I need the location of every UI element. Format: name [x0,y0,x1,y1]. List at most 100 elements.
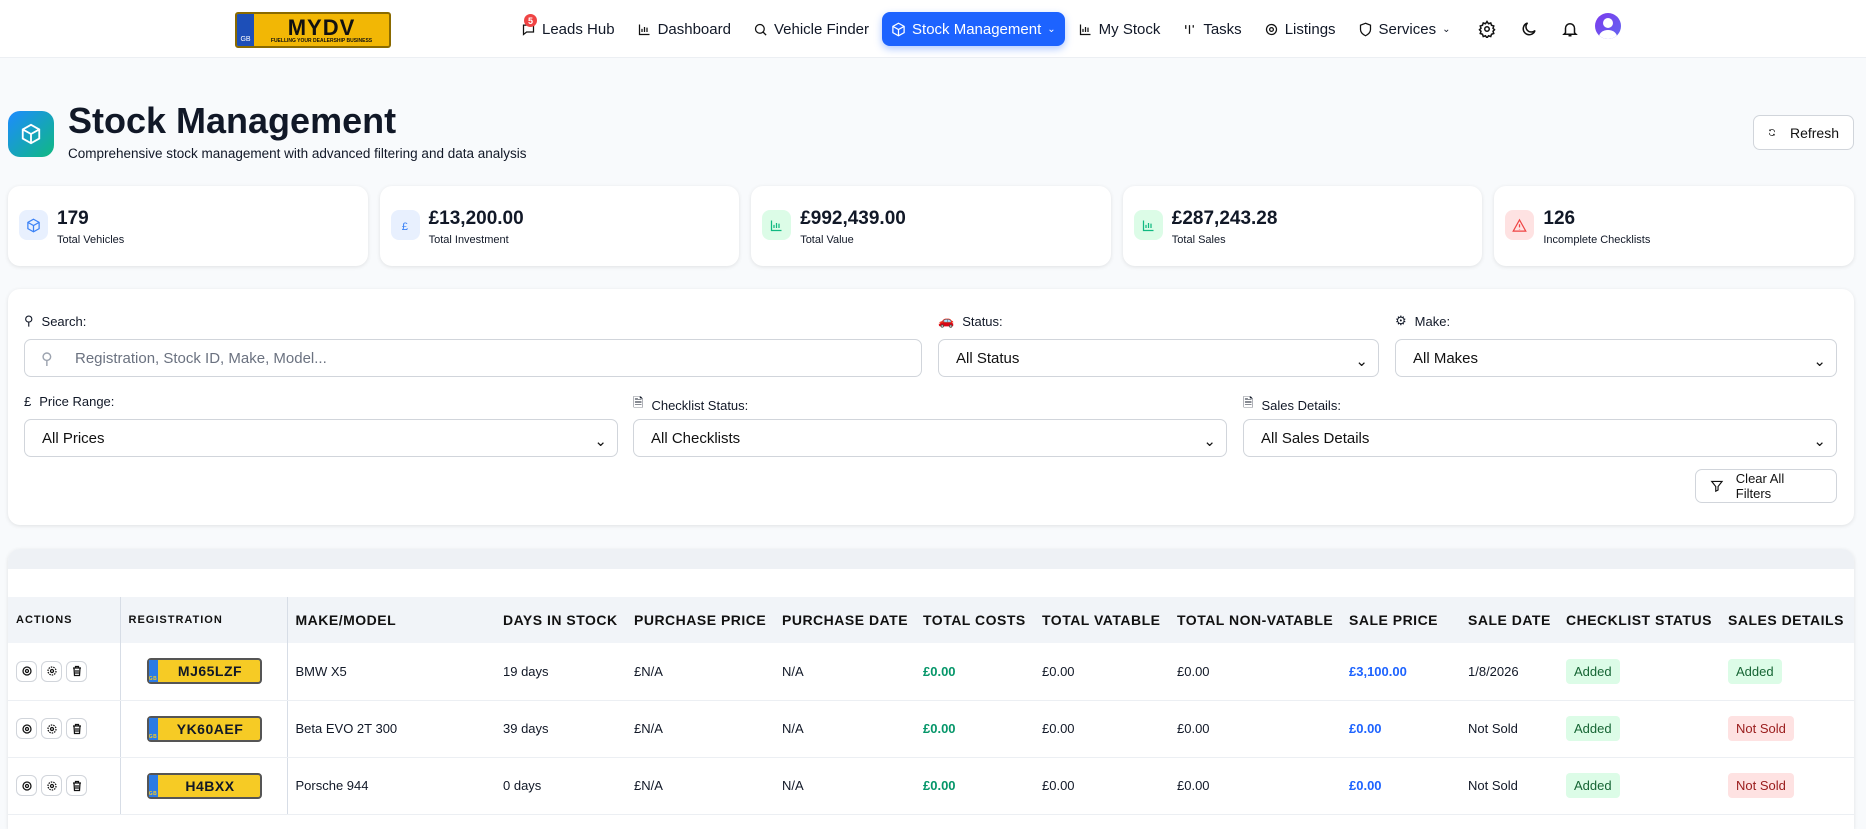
search-input[interactable]: ⚲ Registration, Stock ID, Make, Model... [24,339,922,377]
bar-chart-icon [1133,210,1163,240]
registration-plate[interactable]: GB YK60AEF [146,715,262,742]
delete-icon[interactable] [66,660,87,682]
nav-label: Dashboard [657,20,731,38]
pound-icon: £ [390,210,420,240]
settings-icon[interactable] [41,660,62,682]
logo-country: GB [237,14,254,46]
make-model: Porsche 944 [286,757,495,815]
column-header[interactable]: PURCHASE PRICE [626,597,774,643]
checklist-label: 🗎 Checklist Status: [633,394,748,416]
document-icon: 🗎 [1243,395,1254,410]
stat-label: Total Vehicles [57,234,125,246]
warning-icon [1505,210,1535,240]
nav-item-stock-management[interactable]: Stock Management ⌄ [882,12,1065,46]
stat-value: £287,243.28 [1171,208,1278,229]
stock-table-card: ACTIONS REGISTRATION MAKE/MODEL DAYS IN STO… [8,549,1854,829]
delete-icon[interactable] [66,775,87,796]
bell-icon[interactable] [1559,18,1581,40]
total-costs: £0.00 [915,700,1034,758]
chevron-down-icon: ⌄ [1355,353,1368,370]
settings-icon[interactable] [1476,18,1498,40]
nav-item-vehicle-finder[interactable]: Vehicle Finder [744,12,878,46]
price-select[interactable]: All Prices ⌄ [24,419,618,457]
total-vatable: £0.00 [1034,643,1169,701]
make-select[interactable]: All Makes ⌄ [1395,339,1837,377]
clear-filters-button[interactable]: Clear All Filters [1695,469,1837,503]
nav-item-leads-hub[interactable]: 5 Leads Hub [512,12,624,46]
checklist-select[interactable]: All Checklists ⌄ [633,419,1227,457]
status-badge: Added [1566,716,1620,741]
nav-label: My Stock [1098,20,1161,38]
column-header[interactable]: TOTAL NON-VATABLE [1169,597,1341,643]
sale-price: £3,100.00 [1341,643,1460,701]
sales-select[interactable]: All Sales Details ⌄ [1243,419,1837,457]
gb-flag-icon: GB [148,717,158,740]
table-row[interactable]: GB YK60AEF Beta EVO 2T 300 39 days £N/A N… [8,700,1854,758]
search-icon [754,23,767,36]
total-non-vatable: £0.00 [1169,700,1341,758]
purchase-date: N/A [774,700,915,758]
column-header[interactable]: ACTIONS [8,597,120,643]
column-header[interactable]: SALE DATE [1460,597,1558,643]
nav-item-dashboard[interactable]: Dashboard [628,12,740,46]
sale-price: £0.00 [1341,700,1460,758]
sale-date: Not Sold [1460,757,1558,815]
search-label: ⚲ Search: [24,313,87,329]
registration-plate[interactable]: GB H4BXX [146,772,262,799]
shield-icon [1359,22,1371,36]
column-header[interactable]: MAKE/MODEL [286,597,495,643]
bar-chart-icon [638,24,650,35]
purchase-date: N/A [774,643,915,701]
stat-value: £992,439.00 [800,208,906,229]
column-header[interactable]: TOTAL VATABLE [1034,597,1169,643]
mydv-logo[interactable]: GB MYDV FUELLING YOUR DEALERSHIP BUSINES… [235,12,391,48]
make-label: ⚙ Make: [1395,313,1451,329]
view-icon[interactable] [16,718,37,739]
make-model: BMW X5 [286,643,495,701]
column-header[interactable]: CHECKLIST STATUS [1558,597,1720,643]
delete-icon[interactable] [66,718,87,739]
nav-item-listings[interactable]: Listings [1255,12,1345,46]
view-icon[interactable] [16,775,37,796]
column-header[interactable]: REGISTRATION [119,597,287,643]
stat-value: £13,200.00 [428,208,524,229]
stat-card-total-vehicles: 179 Total Vehicles [8,186,368,266]
stat-card-total-value: £992,439.00 Total Value [751,186,1111,266]
nav-label: Services [1378,20,1437,38]
purchase-price: £N/A [626,643,774,701]
nav-item-tasks[interactable]: Tasks [1173,12,1250,46]
dark-mode-icon[interactable] [1518,18,1540,40]
column-header[interactable]: TOTAL COSTS [915,597,1034,643]
filter-panel: ⚲ Search: ⚲ Registration, Stock ID, Make,… [8,289,1854,525]
view-icon[interactable] [16,660,37,682]
bar-chart-icon [762,210,792,240]
table-row[interactable]: GB MJ65LZF BMW X5 19 days £N/A N/A £0.00 … [8,643,1854,701]
nav-label: Leads Hub [542,20,615,38]
registration-plate[interactable]: GB MJ65LZF [146,658,262,685]
nav-label: Vehicle Finder [773,20,870,38]
user-avatar[interactable] [1595,13,1621,39]
stock-table: ACTIONS REGISTRATION MAKE/MODEL DAYS IN STO… [8,597,1854,815]
total-costs: £0.00 [915,757,1034,815]
sales-label: 🗎 Sales Details: [1243,394,1341,416]
settings-icon[interactable] [41,775,62,796]
column-header[interactable]: DAYS IN STOCK [495,597,626,643]
settings-icon[interactable] [41,718,62,739]
refresh-button[interactable]: Refresh [1753,115,1854,150]
column-header[interactable]: PURCHASE DATE [774,597,915,643]
chevron-down-icon: ⌄ [1813,433,1826,450]
status-badge: Added [1566,658,1620,684]
column-header[interactable]: SALE PRICE [1341,597,1460,643]
gb-flag-icon: GB [148,774,158,797]
nav-item-my-stock[interactable]: My Stock [1069,12,1170,46]
sale-price: £0.00 [1341,757,1460,815]
stat-label: Incomplete Checklists [1543,234,1651,246]
car-icon: 🚗 [938,313,955,328]
stat-card-total-investment: £ £13,200.00 Total Investment [379,186,740,266]
total-non-vatable: £0.00 [1169,757,1341,815]
nav-label: Stock Management [912,20,1042,38]
column-header[interactable]: SALES DETAILS [1720,597,1854,643]
table-row[interactable]: GB H4BXX Porsche 944 0 days £N/A N/A £0.0… [8,757,1854,815]
status-select[interactable]: All Status ⌄ [938,339,1379,377]
nav-item-services[interactable]: Services ⌄ [1349,12,1460,46]
